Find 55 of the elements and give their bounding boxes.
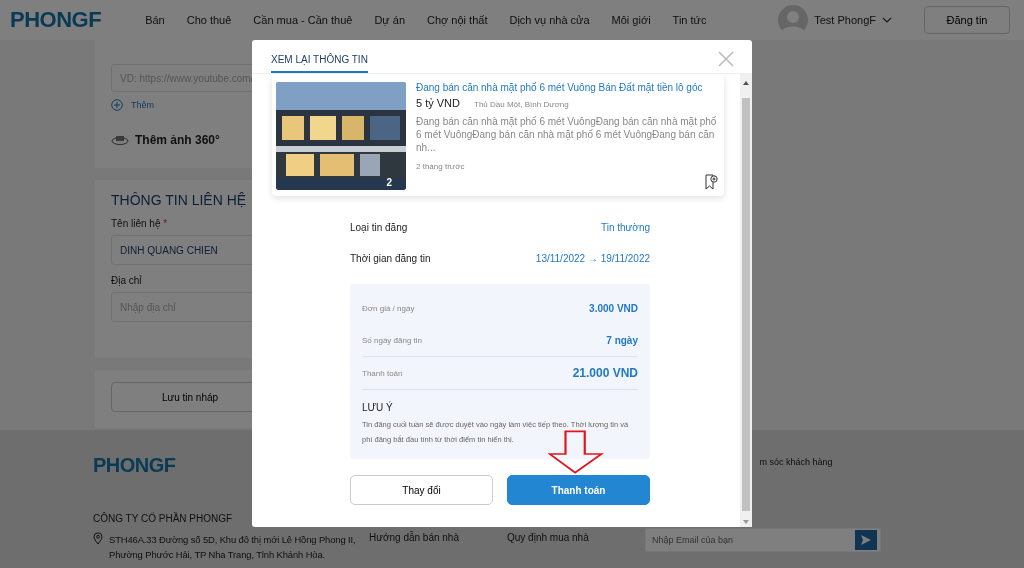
photo-count: 2: [386, 177, 392, 188]
summary-label: Thời gian đăng tin: [350, 253, 431, 264]
scrollbar[interactable]: [740, 74, 752, 527]
add-360-photo-link[interactable]: Thêm ảnh 360°: [135, 133, 220, 147]
summary-label: Loại tin đăng: [350, 222, 408, 233]
nav-link[interactable]: Cho thuê: [186, 14, 232, 26]
support-text: m sóc khách hàng: [759, 456, 833, 467]
dialog-tab[interactable]: XEM LẠI THÔNG TIN: [271, 54, 368, 73]
location-pin-icon: [93, 532, 103, 545]
nav-link[interactable]: Tin tức: [672, 14, 707, 26]
section-title: THÔNG TIN LIÊN HỆ: [111, 192, 247, 208]
listing-location: Thủ Dầu Một, Bình Dương: [474, 100, 569, 109]
listing-time: 2 tháng trước: [416, 162, 466, 171]
nav-link[interactable]: Môi giới: [611, 14, 651, 26]
field-label: Địa chỉ: [111, 275, 142, 286]
chevron-down-icon[interactable]: [882, 17, 892, 23]
cost-label: Đơn giá / ngày: [362, 303, 415, 313]
company-address: STH46A.33 Đường số 5D, Khu đô thị mới Lê Hồng Phong II, Phường Phước Hải, TP Nha Trang, Tỉnh Khánh Hòa.: [109, 533, 357, 562]
plus-circle-icon[interactable]: [111, 99, 123, 111]
bookmark-icon[interactable]: [704, 174, 718, 190]
nav-link[interactable]: Cần mua - Cần thuê: [253, 14, 353, 26]
footer-link[interactable]: Hướng dẫn bán nhà: [369, 532, 507, 543]
nav-link[interactable]: Dịch vụ nhà cửa: [509, 14, 590, 26]
cost-label: Số ngày đăng tin: [362, 335, 423, 345]
summary-value: Tin thường: [601, 222, 650, 233]
add-link[interactable]: Thêm: [131, 100, 154, 110]
footer-link[interactable]: Quy định mua nhà: [507, 532, 645, 543]
panorama-icon[interactable]: [111, 134, 129, 146]
listing-title[interactable]: Đang bán căn nhà mặt phố 6 mét Vuông Bán Đất mặt tiền lô góc: [416, 82, 720, 93]
pay-button[interactable]: Thanh toán: [507, 475, 650, 505]
cost-value: 7 ngày: [606, 334, 638, 346]
footer-logo: PHONGF: [93, 454, 176, 477]
note-title: LƯU Ý: [362, 402, 394, 413]
arrow-annotation: [548, 430, 604, 474]
nav-link[interactable]: Chợ nội thất: [427, 14, 488, 26]
cost-label: Thanh toán: [362, 368, 403, 378]
user-name[interactable]: Test PhongF: [814, 14, 876, 26]
logo[interactable]: PHONGF: [10, 7, 102, 33]
close-icon[interactable]: [718, 50, 734, 67]
cost-value: 21.000 VND: [572, 366, 638, 380]
listing-description: Đang bán căn nhà mặt phố 6 mét VuôngĐang bán căn nhà mặt phố 6 mét VuôngĐang bán căn nhà mặt phố 6 mét VuôngĐang bán căn nh...: [416, 115, 718, 154]
listing-price: 5 tỷ VND: [416, 97, 460, 109]
summary-value: 13/11/2022 → 19/11/2022: [535, 253, 650, 264]
cost-value: 3.000 VND: [589, 302, 638, 314]
send-icon: [860, 534, 872, 546]
nav-link[interactable]: Bán: [145, 14, 165, 26]
send-button[interactable]: [855, 530, 877, 550]
email-field[interactable]: Nhập Email của bạn: [645, 528, 881, 552]
field-label: Tên liên hệ *: [111, 218, 168, 229]
company-name: CÔNG TY CỔ PHẦN PHONGF: [93, 513, 233, 524]
scroll-up-icon[interactable]: [742, 80, 750, 86]
post-button[interactable]: Đăng tin: [924, 6, 1010, 34]
change-button[interactable]: Thay đổi: [350, 475, 493, 505]
scroll-down-icon[interactable]: [742, 519, 750, 525]
nav-link[interactable]: Dự án: [374, 14, 406, 26]
